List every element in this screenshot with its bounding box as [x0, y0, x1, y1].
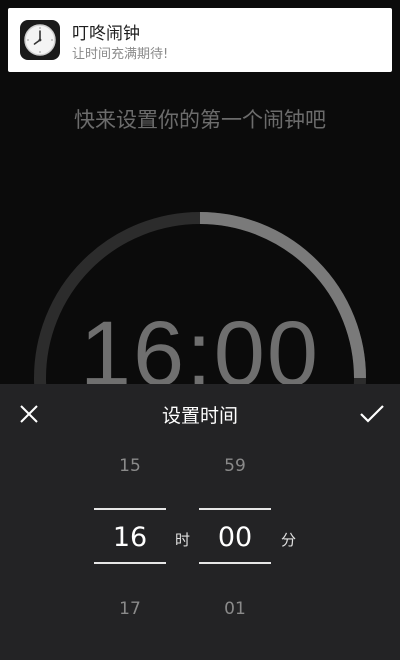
hour-unit-label: 时 — [175, 531, 191, 549]
empty-alarm-hint: 快来设置你的第一个闹钟吧 — [74, 108, 326, 132]
notification-banner[interactable]: 叮咚闹钟 让时间充满期待! — [8, 8, 392, 72]
hour-next[interactable]: 17 — [94, 599, 166, 619]
minute-next[interactable]: 01 — [199, 599, 271, 619]
notification-subtitle: 让时间充满期待! — [72, 47, 169, 62]
hour-current[interactable]: 16 — [94, 522, 166, 553]
minute-current[interactable]: 00 — [199, 522, 271, 553]
notification-title: 叮咚闹钟 — [72, 24, 140, 44]
clock-icon — [20, 20, 60, 60]
picker-title: 设置时间 — [161, 405, 238, 427]
confirm-button[interactable] — [358, 401, 386, 427]
minute-unit-label: 分 — [281, 531, 297, 549]
hour-selection-top-line — [94, 508, 166, 510]
hour-prev[interactable]: 15 — [94, 456, 166, 476]
minute-prev[interactable]: 59 — [199, 456, 271, 476]
hour-selection-bottom-line — [94, 562, 166, 564]
time-picker-sheet: 设置时间 15 16 17 时 59 00 01 分 — [0, 384, 400, 660]
check-icon — [360, 405, 384, 423]
minute-selection-top-line — [199, 508, 271, 510]
minute-selection-bottom-line — [199, 562, 271, 564]
